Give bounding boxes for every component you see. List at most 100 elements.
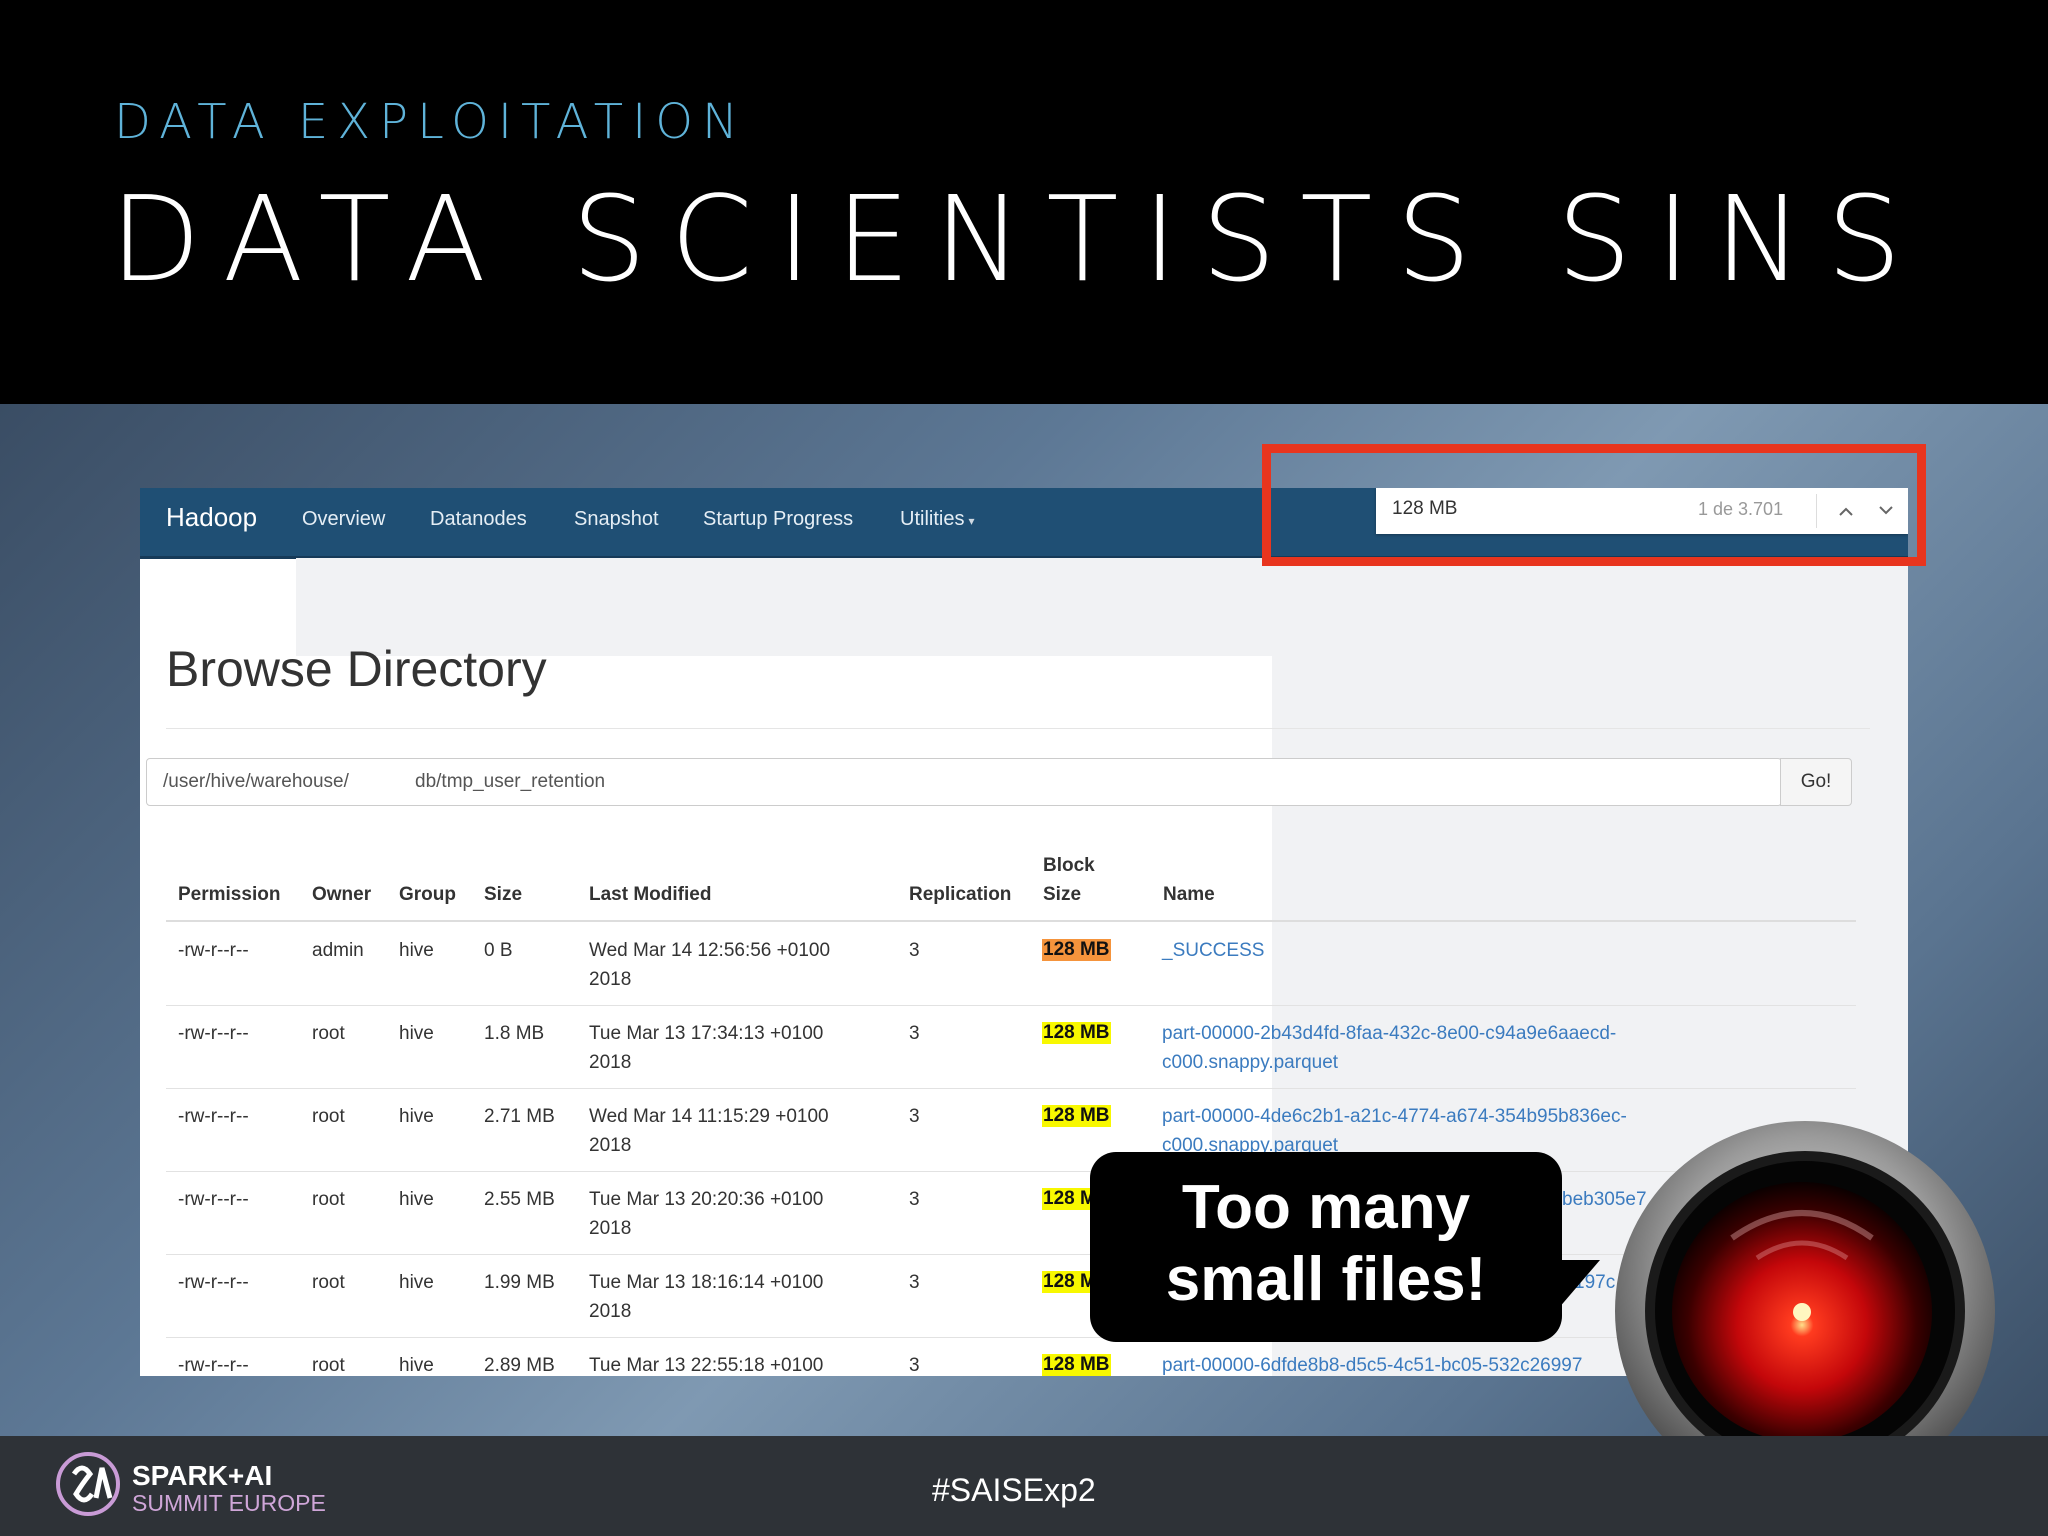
cell-group: hive [399, 1023, 434, 1044]
cell-size: 2.89 MB [484, 1355, 555, 1376]
cell-group: hive [399, 1272, 434, 1293]
nav-utilities-label: Utilities [900, 508, 965, 530]
directory-path-input[interactable]: /user/hive/warehouse/ db/tmp_user_retent… [146, 758, 1782, 806]
nav-startup-progress[interactable]: Startup Progress [703, 508, 853, 531]
page-title: Browse Directory [166, 641, 547, 697]
modified-year: 2018 [589, 969, 632, 990]
modified-date: Tue Mar 13 20:20:36 +0100 [589, 1189, 824, 1210]
slide-header: DATA EXPLOITATION DATA SCIENTISTS SINS [0, 0, 2048, 404]
navbar-brand[interactable]: Hadoop [166, 502, 257, 533]
cell-last-modified: Wed Mar 14 12:56:56 +0100 2018 [589, 936, 830, 994]
slide-title: DATA SCIENTISTS SINS [110, 170, 1926, 308]
speech-bubble: Too many small files! [1090, 1152, 1562, 1342]
cell-replication: 3 [909, 1272, 920, 1293]
cell-last-modified: Wed Mar 14 11:15:29 +0100 2018 [589, 1102, 829, 1160]
col-header-permission[interactable]: Permission [178, 884, 280, 906]
cell-size: 1.8 MB [484, 1023, 545, 1044]
cell-owner: root [312, 1272, 345, 1293]
modified-year: 2018 [589, 1052, 632, 1073]
modified-date: Tue Mar 13 17:34:13 +0100 [589, 1023, 824, 1044]
cell-block-size-match: 128 MB [1042, 1022, 1111, 1044]
slide-subtitle: DATA EXPLOITATION [114, 94, 747, 150]
cell-replication: 3 [909, 1106, 920, 1127]
cell-owner: root [312, 1355, 345, 1376]
cell-replication: 3 [909, 1189, 920, 1210]
nav-snapshot[interactable]: Snapshot [574, 508, 659, 531]
cell-owner: root [312, 1106, 345, 1127]
annotation-highlight-box [1262, 444, 1926, 566]
cell-permission: -rw-r--r-- [178, 1355, 249, 1376]
col-header-block-size-line1[interactable]: Block [1043, 855, 1095, 877]
col-header-size[interactable]: Size [484, 884, 522, 906]
modified-date: Wed Mar 14 12:56:56 +0100 [589, 940, 831, 961]
file-link[interactable]: _SUCCESS [1162, 936, 1722, 965]
modified-date: Wed Mar 14 11:15:29 +0100 [589, 1106, 829, 1127]
cell-replication: 3 [909, 940, 920, 961]
go-button[interactable]: Go! [1780, 758, 1852, 806]
cell-group: hive [399, 1189, 434, 1210]
col-header-block-size-line2[interactable]: Size [1043, 884, 1081, 906]
col-header-name[interactable]: Name [1163, 884, 1215, 906]
callout-line1: Too many [1181, 1173, 1471, 1242]
slide-footer: SPARK+AI SUMMIT EUROPE #SAISExp2 [0, 1436, 2048, 1536]
redacted-segment [377, 760, 409, 804]
cell-permission: -rw-r--r-- [178, 1023, 249, 1044]
logo-text-line1: SPARK+AI [132, 1460, 273, 1491]
file-name-line2: c000.snappy.parquet [1162, 1052, 1339, 1073]
cell-last-modified: Tue Mar 13 22:55:18 +0100 [589, 1351, 823, 1376]
cell-size: 2.55 MB [484, 1189, 555, 1210]
modified-date: Tue Mar 13 18:16:14 +0100 [589, 1272, 824, 1293]
cell-permission: -rw-r--r-- [178, 1189, 249, 1210]
speech-bubble-tail [1540, 1260, 1600, 1330]
file-name-line1: _SUCCESS [1162, 940, 1265, 961]
cell-block-size-match: 128 MB [1042, 1354, 1111, 1376]
cell-block-size-match: 128 MB [1042, 1105, 1111, 1127]
cell-permission: -rw-r--r-- [178, 1272, 249, 1293]
nav-overview[interactable]: Overview [302, 508, 385, 531]
modified-date: Tue Mar 13 22:55:18 +0100 [589, 1355, 824, 1376]
callout-line2: small files! [1165, 1245, 1487, 1314]
cell-replication: 3 [909, 1023, 920, 1044]
path-text-part2: db/tmp_user_retention [415, 771, 606, 792]
spark-ai-logo-icon [56, 1452, 120, 1516]
file-name-line1: part-00000-2b43d4fd-8faa-432c-8e00-c94a9… [1162, 1023, 1617, 1044]
cell-last-modified: Tue Mar 13 18:16:14 +0100 2018 [589, 1268, 823, 1326]
col-header-group[interactable]: Group [399, 884, 456, 906]
cell-owner: root [312, 1189, 345, 1210]
cell-permission: -rw-r--r-- [178, 1106, 249, 1127]
caret-down-icon: ▾ [968, 514, 975, 528]
cell-owner: admin [312, 940, 364, 961]
cell-last-modified: Tue Mar 13 20:20:36 +0100 2018 [589, 1185, 823, 1243]
nav-datanodes[interactable]: Datanodes [430, 508, 527, 531]
row-divider [166, 1088, 1856, 1089]
col-header-last-modified[interactable]: Last Modified [589, 884, 711, 906]
row-divider [166, 1171, 1856, 1172]
col-header-owner[interactable]: Owner [312, 884, 371, 906]
cell-block-size-current-match: 128 MB [1042, 939, 1111, 961]
logo-text-line2: SUMMIT EUROPE [132, 1490, 326, 1516]
cell-group: hive [399, 1355, 434, 1376]
cell-owner: root [312, 1023, 345, 1044]
cell-size: 1.99 MB [484, 1272, 555, 1293]
file-link[interactable]: part-00000-2b43d4fd-8faa-432c-8e00-c94a9… [1162, 1019, 1722, 1077]
cell-group: hive [399, 1106, 434, 1127]
cell-size: 2.71 MB [484, 1106, 555, 1127]
row-divider [166, 1005, 1856, 1006]
row-divider [166, 1254, 1856, 1255]
col-header-replication[interactable]: Replication [909, 884, 1011, 906]
table-row: -rw-r--r-- root hive 1.8 MB Tue Mar 13 1… [140, 1005, 1908, 1088]
nav-utilities[interactable]: Utilities ▾ [900, 508, 974, 531]
cell-replication: 3 [909, 1355, 920, 1376]
cell-group: hive [399, 940, 434, 961]
modified-year: 2018 [589, 1135, 632, 1156]
cell-permission: -rw-r--r-- [178, 940, 249, 961]
event-hashtag: #SAISExp2 [932, 1472, 1096, 1508]
divider [166, 728, 1870, 729]
cell-size: 0 B [484, 940, 513, 961]
modified-year: 2018 [589, 1301, 632, 1322]
row-divider [166, 1337, 1856, 1338]
table-row: -rw-r--r-- admin hive 0 B Wed Mar 14 12:… [140, 922, 1908, 1005]
modified-year: 2018 [589, 1218, 632, 1239]
path-text-part1: /user/hive/warehouse/ [163, 771, 349, 792]
cell-last-modified: Tue Mar 13 17:34:13 +0100 2018 [589, 1019, 823, 1077]
